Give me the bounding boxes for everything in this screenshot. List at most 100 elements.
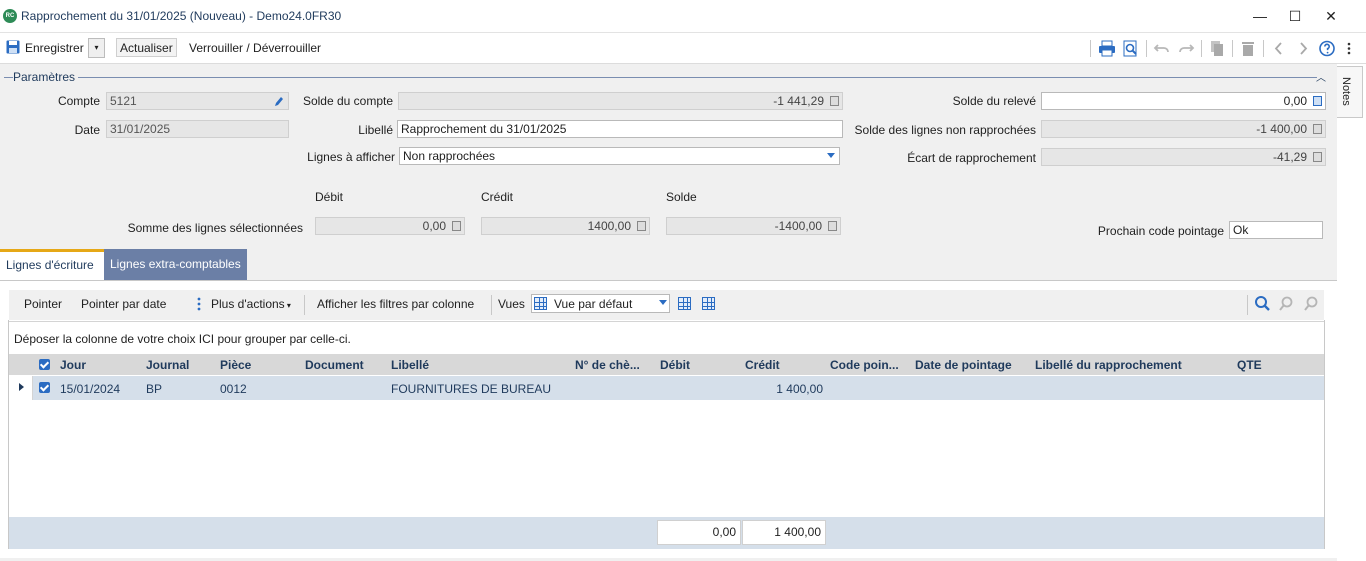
somme-credit-value: 1400,00 xyxy=(587,219,631,233)
column-header-journal[interactable]: Journal xyxy=(146,358,189,372)
next-icon[interactable] xyxy=(1294,40,1312,57)
column-header-credit[interactable]: Crédit xyxy=(745,358,780,372)
date-field[interactable]: 31/01/2025 xyxy=(106,120,289,138)
column-header-num-cheque[interactable]: N° de chè... xyxy=(575,358,640,372)
solde-compte-field: -1 441,29 xyxy=(398,92,843,110)
chevron-down-icon[interactable] xyxy=(659,300,667,305)
more-options-icon[interactable] xyxy=(1344,40,1354,57)
column-header-debit[interactable]: Débit xyxy=(660,358,690,372)
calculator-icon[interactable] xyxy=(1313,96,1322,106)
maximize-button[interactable]: ☐ xyxy=(1285,6,1305,26)
column-header-libelle[interactable]: Libellé xyxy=(391,358,429,372)
column-header-document[interactable]: Document xyxy=(305,358,364,372)
notes-tab-label: Notes xyxy=(1340,77,1352,106)
section-title-parametres: Paramètres xyxy=(13,70,79,84)
group-by-hint: Déposer la colonne de votre choix ICI po… xyxy=(14,332,351,346)
section-divider xyxy=(4,77,1317,78)
date-label: Date xyxy=(74,123,100,137)
save-button[interactable]: Enregistrer xyxy=(25,39,84,58)
close-button[interactable]: ✕ xyxy=(1321,6,1341,26)
view-settings-icon[interactable] xyxy=(678,297,691,310)
lock-unlock-button[interactable]: Verrouiller / Déverrouiller xyxy=(189,39,321,58)
redo-icon[interactable] xyxy=(1177,40,1195,57)
tab-lignes-extra-comptables[interactable]: Lignes extra-comptables xyxy=(104,249,247,280)
plus-actions-button[interactable]: Plus d'actions ▾ xyxy=(211,297,291,311)
calculator-icon xyxy=(452,221,461,231)
toolbar-separator xyxy=(1201,40,1202,57)
compte-label: Compte xyxy=(57,94,100,108)
edit-pencil-icon[interactable] xyxy=(274,95,284,107)
afficher-filtres-button[interactable]: Afficher les filtres par colonne xyxy=(317,297,474,311)
solde-non-rapprochees-field: -1 400,00 xyxy=(1041,120,1326,138)
somme-debit-field: 0,00 xyxy=(315,217,465,235)
libelle-input[interactable]: Rapprochement du 31/01/2025 xyxy=(397,120,843,138)
search-previous-icon[interactable] xyxy=(1279,295,1296,312)
view-manage-icon[interactable] xyxy=(702,297,715,310)
previous-icon[interactable] xyxy=(1270,40,1288,57)
solde-compte-label: Solde du compte xyxy=(302,94,393,108)
solde-compte-value: -1 441,29 xyxy=(773,94,824,108)
help-icon[interactable] xyxy=(1318,40,1336,57)
somme-solde-value: -1400,00 xyxy=(774,219,822,233)
column-header-qte[interactable]: QTE xyxy=(1237,358,1262,372)
tab-lignes-ecriture[interactable]: Lignes d'écriture xyxy=(0,249,104,280)
refresh-button[interactable]: Actualiser xyxy=(116,38,177,57)
search-next-icon[interactable] xyxy=(1303,295,1320,312)
solde-releve-value: 0,00 xyxy=(1283,94,1307,108)
grid-border xyxy=(1324,320,1325,549)
somme-lignes-label: Somme des lignes sélectionnées xyxy=(127,221,303,235)
toolbar-separator xyxy=(1090,40,1091,57)
row-select-checkbox[interactable] xyxy=(39,382,50,393)
solde-header: Solde xyxy=(666,190,697,204)
chevron-down-icon xyxy=(827,153,835,158)
prochain-code-input[interactable]: Ok xyxy=(1229,221,1323,239)
cell-journal: BP xyxy=(146,382,163,396)
vues-label: Vues xyxy=(498,297,525,311)
app-logo-icon: RC xyxy=(3,9,17,23)
delete-icon[interactable] xyxy=(1239,40,1257,57)
calculator-icon xyxy=(830,96,839,106)
print-icon[interactable] xyxy=(1098,40,1116,57)
column-header-piece[interactable]: Pièce xyxy=(220,358,251,372)
column-header-libelle-rapprochement[interactable]: Libellé du rapprochement xyxy=(1035,358,1182,372)
cell-libelle: FOURNITURES DE BUREAU xyxy=(391,382,552,396)
pointer-button[interactable]: Pointer xyxy=(24,297,62,311)
title-bar: RC Rapprochement du 31/01/2025 (Nouveau)… xyxy=(0,0,1366,33)
column-header-jour[interactable]: Jour xyxy=(60,358,86,372)
prochain-code-label: Prochain code pointage xyxy=(1097,224,1224,238)
solde-releve-input[interactable]: 0,00 xyxy=(1041,92,1326,110)
compte-field[interactable]: 5121 xyxy=(106,92,289,110)
ecart-field: -41,29 xyxy=(1041,148,1326,166)
calculator-icon xyxy=(1313,124,1322,134)
lignes-afficher-select[interactable]: Non rapprochées xyxy=(399,147,840,165)
somme-debit-value: 0,00 xyxy=(422,219,446,233)
plus-actions-label: Plus d'actions xyxy=(211,297,285,311)
collapse-section-icon[interactable]: ︿ xyxy=(1316,69,1326,84)
table-row[interactable] xyxy=(9,376,1324,400)
total-debit: 0,00 xyxy=(657,520,741,545)
pointer-par-date-button[interactable]: Pointer par date xyxy=(81,297,166,311)
column-header-code-pointage[interactable]: Code poin... xyxy=(830,358,899,372)
somme-credit-field: 1400,00 xyxy=(481,217,650,235)
save-icon[interactable] xyxy=(6,40,20,54)
copy-icon[interactable] xyxy=(1208,40,1226,57)
cell-jour: 15/01/2024 xyxy=(60,382,121,396)
calculator-icon xyxy=(1313,152,1322,162)
solde-non-rapprochees-value: -1 400,00 xyxy=(1256,122,1307,136)
select-all-checkbox[interactable] xyxy=(39,359,50,370)
undo-icon[interactable] xyxy=(1153,40,1171,57)
more-actions-icon xyxy=(197,297,201,311)
compte-value: 5121 xyxy=(110,94,137,108)
toolbar-separator xyxy=(1146,40,1147,57)
ecart-label: Écart de rapprochement xyxy=(907,151,1036,165)
minimize-button[interactable]: — xyxy=(1250,6,1270,26)
grid-view-icon xyxy=(534,297,547,310)
calculator-icon xyxy=(828,221,837,231)
print-preview-icon[interactable] xyxy=(1122,40,1140,57)
column-header-date-pointage[interactable]: Date de pointage xyxy=(915,358,1012,372)
current-row-icon xyxy=(19,383,24,391)
save-dropdown-button[interactable]: ▾ xyxy=(88,38,105,58)
search-icon[interactable] xyxy=(1254,295,1271,312)
vues-value: Vue par défaut xyxy=(554,297,633,311)
solde-releve-label: Solde du relevé xyxy=(952,94,1036,108)
